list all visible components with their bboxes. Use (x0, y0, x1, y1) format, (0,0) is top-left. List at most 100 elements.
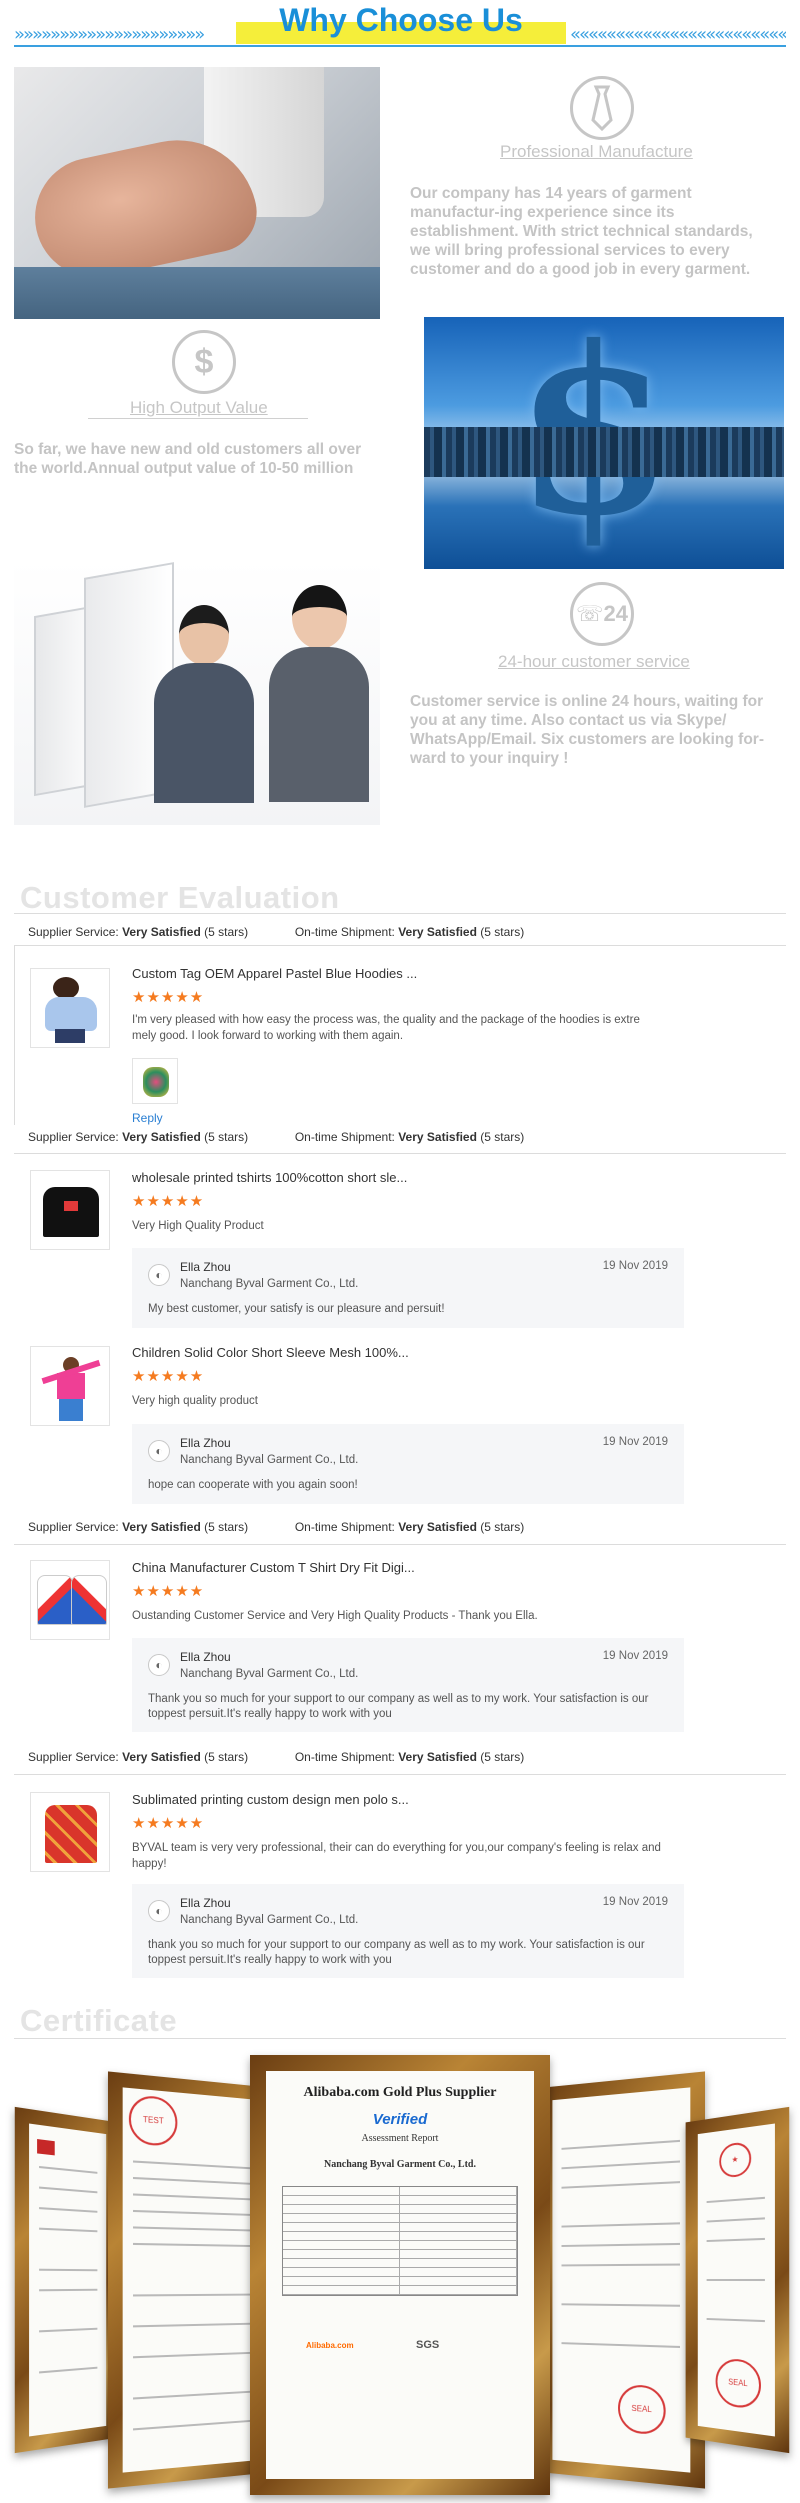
certificate-rule (14, 2038, 786, 2039)
summary-row: Supplier Service: Very Satisfied (5 star… (28, 1750, 524, 1764)
certificate-title: Certificate (20, 2003, 178, 2038)
reply-company: Nanchang Byval Garment Co., Ltd. (180, 1914, 359, 1926)
product-link[interactable]: wholesale printed tshirts 100%cotton sho… (132, 1170, 407, 1185)
reply-link[interactable]: Reply (132, 1111, 163, 1125)
product-thumbnail[interactable] (30, 968, 110, 1048)
product-link[interactable]: China Manufacturer Custom T Shirt Dry Fi… (132, 1560, 415, 1575)
certificate-company: Nanchang Byval Garment Co., Ltd. (324, 2159, 476, 2170)
summary-stars: (5 stars) (480, 925, 525, 939)
summary-rule (14, 1774, 786, 1775)
reply-message: hope can cooperate with you again soon! (148, 1479, 358, 1491)
page-title: Why Choose Us (279, 2, 523, 38)
summary-rule (14, 945, 786, 946)
seller-reply: ◐ Ella Zhou Nanchang Byval Garment Co., … (132, 1638, 684, 1732)
review-text: Oustanding Customer Service and Very Hig… (132, 1610, 538, 1622)
avatar: ◐ (148, 1264, 170, 1286)
dollar-chart-icon: $ (172, 330, 236, 394)
certificate-table (282, 2186, 518, 2296)
sewing-machine-photo (14, 67, 380, 319)
review-text: Very High Quality Product (132, 1220, 264, 1232)
review-left-border (14, 945, 15, 1125)
product-thumbnail[interactable] (30, 1560, 110, 1640)
summary-stars: (5 stars) (480, 1750, 525, 1764)
review-photo[interactable] (132, 1058, 178, 1104)
summary-row: Supplier Service: Very Satisfied (5 star… (28, 1130, 524, 1144)
summary-rule (14, 1153, 786, 1154)
feature-text-service: Customer service is online 24 hours, wai… (410, 693, 764, 767)
summary-label: Supplier Service: (28, 1130, 119, 1144)
review-text: BYVAL team is very very professional, th… (132, 1842, 661, 1870)
rating-stars: ★★★★★ (132, 989, 205, 1006)
product-link[interactable]: Sublimated printing custom design men po… (132, 1792, 409, 1807)
feature-title-service: 24-hour customer service (498, 652, 690, 671)
product-thumbnail[interactable] (30, 1792, 110, 1872)
summary-row: Supplier Service: Very Satisfied (5 star… (28, 925, 524, 939)
reply-message: Thank you so much for your support to ou… (148, 1693, 649, 1720)
summary-stars: (5 stars) (204, 1130, 249, 1144)
certificate-frame[interactable] (14, 2106, 119, 2454)
reply-author: Ella Zhou (180, 1650, 231, 1664)
product-link[interactable]: Custom Tag OEM Apparel Pastel Blue Hoodi… (132, 966, 417, 981)
city-dollar-photo: $ (424, 317, 784, 569)
header-chevrons-right: ««««««««««««««««««««««««« (570, 24, 786, 44)
certificate-frame[interactable]: ★ SEAL (685, 2106, 790, 2454)
evaluation-rule (14, 913, 786, 914)
tie-icon (570, 76, 634, 140)
summary-value: Very Satisfied (122, 1520, 201, 1534)
reply-author: Ella Zhou (180, 1436, 231, 1450)
feature-text-output: So far, we have new and old customers al… (14, 441, 362, 477)
rating-stars: ★★★★★ (132, 1368, 205, 1385)
verified-badge: Verified (372, 2111, 428, 2128)
feature-title-output: High Output Value (130, 398, 268, 417)
summary-value: Very Satisfied (398, 1750, 477, 1764)
summary-stars: (5 stars) (204, 1520, 249, 1534)
certificate-frame[interactable]: SEAL (539, 2071, 706, 2489)
reply-author: Ella Zhou (180, 1260, 231, 1274)
summary-value: Very Satisfied (398, 925, 477, 939)
summary-value: Very Satisfied (122, 925, 201, 939)
summary-label: On-time Shipment: (294, 925, 395, 939)
review-text: Very high quality product (132, 1395, 258, 1407)
product-thumbnail[interactable] (30, 1346, 110, 1426)
customer-service-photo (14, 560, 380, 825)
summary-label: On-time Shipment: (294, 1750, 395, 1764)
feature-title-underline (88, 418, 308, 419)
certificate-frame[interactable]: TEST (107, 2071, 274, 2489)
certificate-subtitle: Assessment Report (361, 2133, 439, 2144)
product-link[interactable]: Children Solid Color Short Sleeve Mesh 1… (132, 1345, 409, 1360)
header-divider (14, 45, 786, 47)
phone-24-icon: ☏24 (570, 582, 634, 646)
reply-date: 19 Nov 2019 (602, 1436, 668, 1448)
reply-date: 19 Nov 2019 (602, 1896, 668, 1908)
review-text: I'm very pleased with how easy the proce… (132, 1014, 640, 1042)
avatar: ◐ (148, 1654, 170, 1676)
summary-stars: (5 stars) (204, 925, 249, 939)
summary-stars: (5 stars) (480, 1130, 525, 1144)
rating-stars: ★★★★★ (132, 1815, 205, 1832)
reply-company: Nanchang Byval Garment Co., Ltd. (180, 1454, 359, 1466)
summary-label: On-time Shipment: (294, 1130, 395, 1144)
reply-company: Nanchang Byval Garment Co., Ltd. (180, 1278, 359, 1290)
reply-message: thank you so much for your support to ou… (148, 1939, 645, 1966)
main-certificate-frame[interactable]: Alibaba.com Gold Plus Supplier Verified … (250, 2055, 550, 2495)
customer-evaluation-title: Customer Evaluation (20, 880, 340, 915)
summary-label: Supplier Service: (28, 925, 119, 939)
rating-stars: ★★★★★ (132, 1583, 205, 1600)
sgs-logo: SGS (416, 2339, 440, 2351)
summary-label: Supplier Service: (28, 1750, 119, 1764)
header-chevrons-left: »»»»»»»»»»»»»»»»»»»»» (14, 24, 205, 44)
summary-value: Very Satisfied (122, 1750, 201, 1764)
reply-company: Nanchang Byval Garment Co., Ltd. (180, 1668, 359, 1680)
summary-label: On-time Shipment: (294, 1520, 395, 1534)
summary-value: Very Satisfied (122, 1130, 201, 1144)
summary-value: Very Satisfied (398, 1520, 477, 1534)
feature-title-professional: Professional Manufacture (500, 142, 693, 161)
summary-label: Supplier Service: (28, 1520, 119, 1534)
seller-reply: ◐ Ella Zhou Nanchang Byval Garment Co., … (132, 1248, 684, 1328)
product-thumbnail[interactable] (30, 1170, 110, 1250)
avatar: ◐ (148, 1900, 170, 1922)
summary-rule (14, 1544, 786, 1545)
certificate-heading: Alibaba.com Gold Plus Supplier (303, 2085, 497, 2100)
reply-date: 19 Nov 2019 (602, 1650, 668, 1662)
avatar: ◐ (148, 1440, 170, 1462)
